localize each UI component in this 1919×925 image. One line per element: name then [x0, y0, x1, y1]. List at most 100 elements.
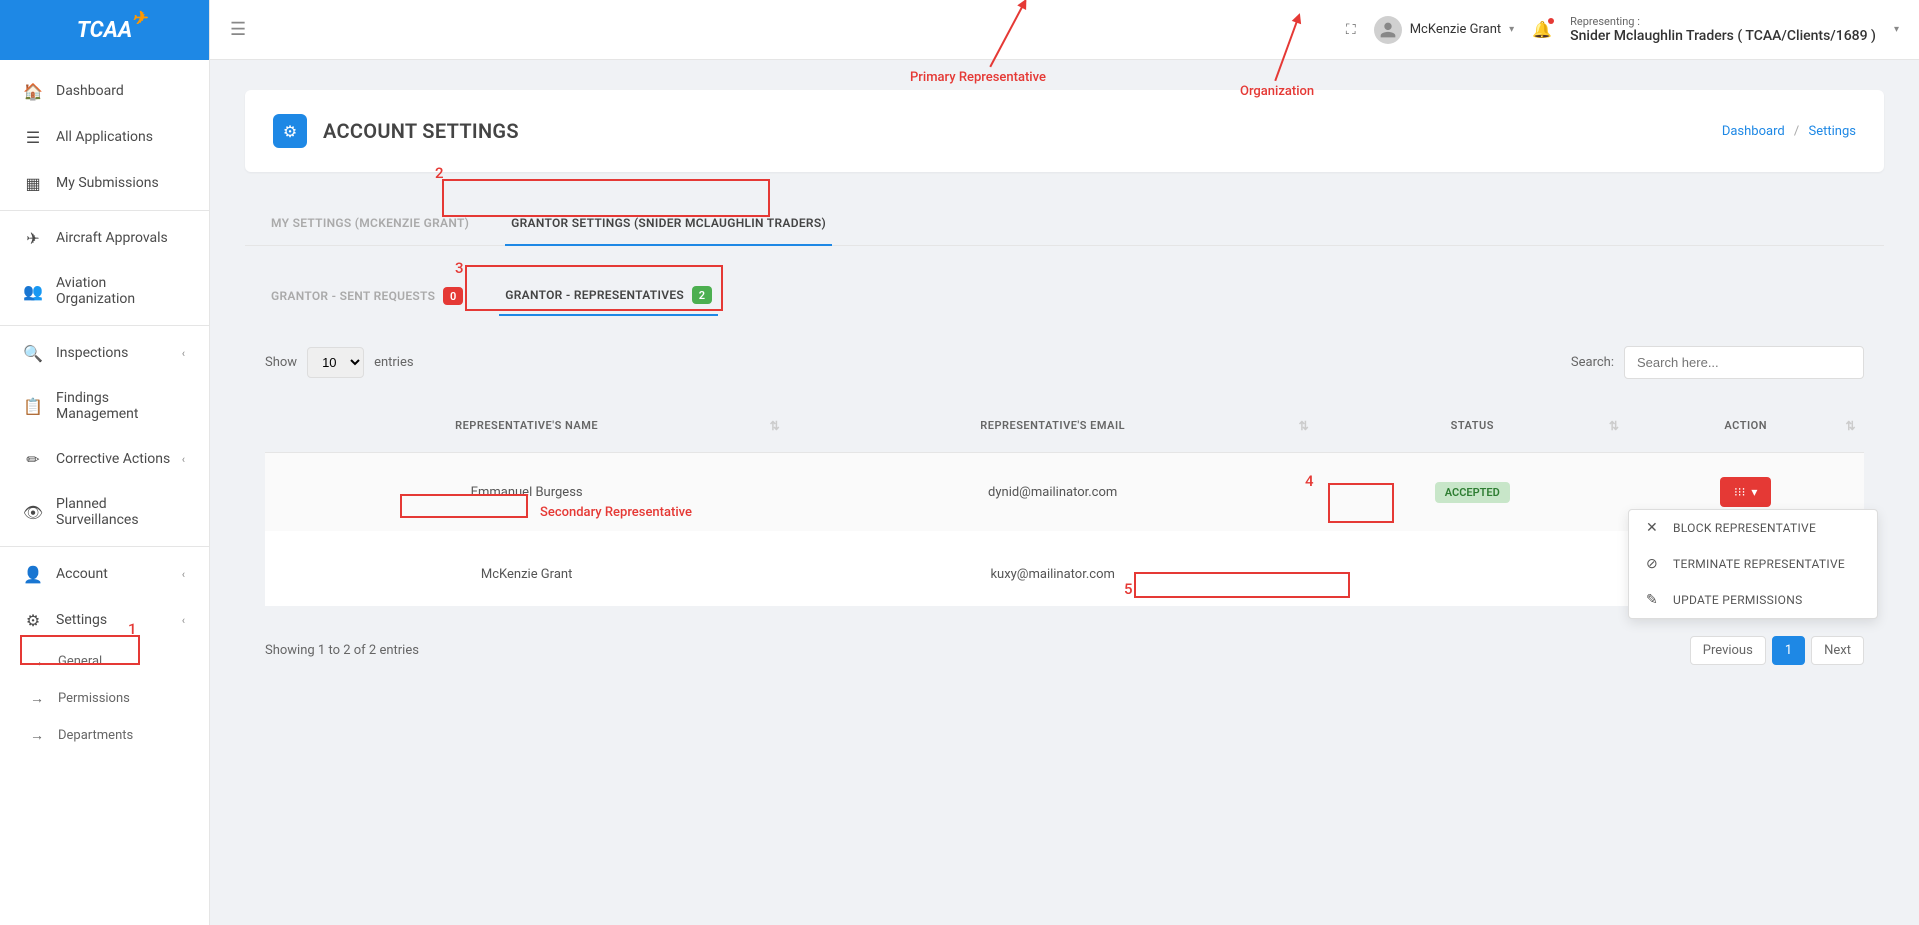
sidebar-item-findings-management[interactable]: 📋 Findings Management — [0, 376, 209, 436]
user-menu[interactable]: McKenzie Grant ▾ — [1374, 16, 1515, 44]
sidebar-item-label: My Submissions — [56, 175, 159, 191]
dropdown-label: BLOCK REPRESENTATIVE — [1673, 521, 1816, 535]
breadcrumb-dashboard[interactable]: Dashboard — [1722, 124, 1785, 139]
clipboard-icon: 📋 — [24, 397, 42, 415]
cell-name: McKenzie Grant — [265, 531, 788, 606]
tab-label: GRANTOR - SENT REQUESTS — [271, 289, 435, 303]
col-email[interactable]: REPRESENTATIVE'S EMAIL⇅ — [788, 399, 1317, 453]
sidebar-item-settings[interactable]: ⚙ Settings ‹ — [0, 597, 209, 643]
breadcrumb-settings[interactable]: Settings — [1809, 124, 1856, 139]
sidebar-item-label: Corrective Actions — [56, 451, 170, 467]
representing-selector[interactable]: Representing : Snider Mclaughlin Traders… — [1570, 15, 1876, 44]
fullscreen-icon[interactable]: ⛶ — [1346, 22, 1356, 38]
chevron-left-icon: ‹ — [182, 614, 185, 627]
user-name: McKenzie Grant — [1410, 22, 1501, 37]
search-doc-icon: 🔍 — [24, 344, 42, 362]
arrow-right-icon: → — [30, 690, 44, 707]
gear-icon: ⚙ — [24, 611, 42, 629]
tab-my-settings[interactable]: MY SETTINGS (MCKENZIE GRANT) — [265, 202, 475, 245]
sidebar-sub-departments[interactable]: → Departments — [0, 717, 209, 754]
arrow-right-icon: → — [30, 653, 44, 670]
tab-label: MY SETTINGS (MCKENZIE GRANT) — [271, 216, 469, 230]
annotation-primary-rep: Primary Representative — [910, 70, 1046, 85]
arrow-right-icon: → — [30, 727, 44, 744]
logo: ✈ TCAA — [0, 0, 209, 60]
people-icon: 👥 — [24, 282, 42, 300]
chevron-left-icon: ‹ — [182, 568, 185, 581]
hamburger-icon[interactable]: ☰ — [230, 19, 246, 40]
sort-icon: ⇅ — [770, 419, 781, 433]
sidebar-item-aviation-organization[interactable]: 👥 Aviation Organization — [0, 261, 209, 321]
breadcrumb: Dashboard / Settings — [1722, 124, 1856, 139]
sort-icon: ⇅ — [1609, 419, 1620, 433]
page-header: ⚙ ACCOUNT SETTINGS Dashboard / Settings — [245, 90, 1884, 172]
showing-text: Showing 1 to 2 of 2 entries — [265, 643, 419, 658]
representing-label: Representing : — [1570, 15, 1876, 28]
avatar — [1374, 16, 1402, 44]
sidebar-item-label: Inspections — [56, 345, 128, 361]
person-icon: 👤 — [24, 565, 42, 583]
representatives-table: REPRESENTATIVE'S NAME⇅ REPRESENTATIVE'S … — [265, 399, 1864, 606]
dropdown-block-representative[interactable]: ✕ BLOCK REPRESENTATIVE — [1629, 510, 1877, 546]
sidebar-item-label: Planned Surveillances — [56, 496, 185, 528]
cell-email: dynid@mailinator.com — [788, 453, 1317, 532]
sidebar-item-aircraft-approvals[interactable]: ✈ Aircraft Approvals — [0, 215, 209, 261]
tab-representatives[interactable]: GRANTOR - REPRESENTATIVES 2 — [499, 276, 718, 316]
sidebar-item-label: Dashboard — [56, 83, 124, 99]
sidebar-item-label: All Applications — [56, 129, 153, 145]
status-badge: ACCEPTED — [1435, 482, 1510, 503]
dropdown-label: UPDATE PERMISSIONS — [1673, 593, 1803, 607]
sidebar-item-planned-surveillances[interactable]: 👁 Planned Surveillances — [0, 482, 209, 542]
sidebar-item-dashboard[interactable]: 🏠 Dashboard — [0, 68, 209, 114]
sidebar-sub-label: Permissions — [58, 691, 130, 706]
annotation-num-3: 3 — [455, 259, 464, 277]
sidebar-item-all-applications[interactable]: ☰ All Applications — [0, 114, 209, 160]
sidebar-sub-general[interactable]: → General — [0, 643, 209, 680]
sidebar-sub-label: Departments — [58, 728, 133, 743]
entries-label: entries — [374, 355, 414, 370]
chevron-left-icon: ‹ — [182, 347, 185, 360]
badge-count: 0 — [443, 287, 463, 305]
list-icon: ☰ — [24, 128, 42, 146]
sidebar-item-corrective-actions[interactable]: ✏ Corrective Actions ‹ — [0, 436, 209, 482]
pencil-icon: ✏ — [24, 450, 42, 468]
entries-select[interactable]: 10 — [307, 347, 364, 378]
tabs-inner: GRANTOR - SENT REQUESTS 0 GRANTOR - REPR… — [245, 276, 1884, 316]
tab-label: GRANTOR - REPRESENTATIVES — [505, 288, 684, 302]
chevron-left-icon: ‹ — [182, 453, 185, 466]
sidebar-item-my-submissions[interactable]: ▦ My Submissions — [0, 160, 209, 206]
sidebar-item-label: Account — [56, 566, 108, 582]
dropdown-terminate-representative[interactable]: ⊘ TERMINATE REPRESENTATIVE — [1629, 546, 1877, 582]
notifications-icon[interactable]: 🔔 — [1532, 20, 1552, 39]
sidebar-item-account[interactable]: 👤 Account ‹ — [0, 551, 209, 597]
tab-label: GRANTOR SETTINGS (SNIDER MCLAUGHLIN TRAD… — [511, 216, 826, 230]
sidebar-item-inspections[interactable]: 🔍 Inspections ‹ — [0, 330, 209, 376]
block-icon: ⊘ — [1645, 556, 1659, 572]
tab-grantor-settings[interactable]: GRANTOR SETTINGS (SNIDER MCLAUGHLIN TRAD… — [505, 202, 832, 246]
page-1-button[interactable]: 1 — [1772, 636, 1805, 665]
cell-status — [1317, 531, 1627, 606]
sidebar-sub-permissions[interactable]: → Permissions — [0, 680, 209, 717]
plane-icon: ✈ — [24, 229, 42, 247]
prev-button[interactable]: Previous — [1690, 636, 1766, 665]
gear-icon: ⚙ — [273, 114, 307, 148]
representing-value: Snider Mclaughlin Traders ( TCAA/Clients… — [1570, 28, 1876, 44]
chevron-down-icon: ▾ — [1509, 24, 1514, 35]
logo-text: TCAA — [77, 18, 133, 43]
col-status[interactable]: STATUS⇅ — [1317, 399, 1627, 453]
chevron-down-icon[interactable]: ▾ — [1894, 24, 1899, 35]
col-name[interactable]: REPRESENTATIVE'S NAME⇅ — [265, 399, 788, 453]
dropdown-update-permissions[interactable]: ✎ UPDATE PERMISSIONS — [1629, 582, 1877, 618]
tab-sent-requests[interactable]: GRANTOR - SENT REQUESTS 0 — [265, 276, 469, 316]
action-dropdown: ✕ BLOCK REPRESENTATIVE ⊘ TERMINATE REPRE… — [1628, 509, 1878, 619]
search-input[interactable] — [1624, 346, 1864, 379]
dropdown-label: TERMINATE REPRESENTATIVE — [1673, 557, 1845, 571]
cell-email: kuxy@mailinator.com — [788, 531, 1317, 606]
next-button[interactable]: Next — [1811, 636, 1864, 665]
sidebar-sub-label: General — [58, 654, 102, 669]
chevron-down-icon: ▾ — [1751, 485, 1757, 499]
col-action[interactable]: ACTION⇅ — [1627, 399, 1864, 453]
action-menu-button[interactable]: ⁝⁝⁝ ▾ — [1720, 477, 1771, 507]
table-row: McKenzie Grant kuxy@mailinator.com — [265, 531, 1864, 606]
more-icon: ⁝⁝⁝ — [1734, 485, 1745, 499]
